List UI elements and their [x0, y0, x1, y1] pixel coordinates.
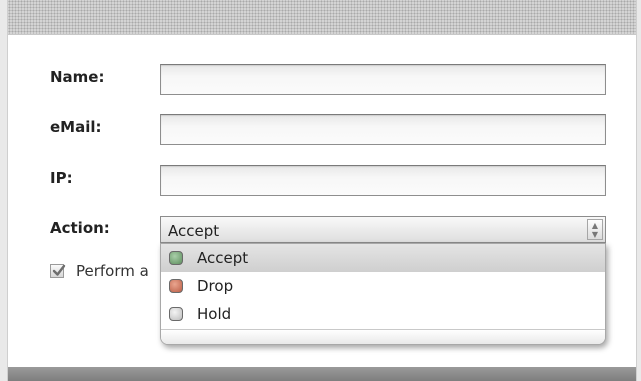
- action-select[interactable]: Accept ▲ ▼: [160, 216, 606, 243]
- ip-label: IP:: [50, 169, 73, 187]
- email-label: eMail:: [50, 118, 102, 136]
- name-field[interactable]: [160, 64, 606, 95]
- select-spinner-icon[interactable]: ▲ ▼: [587, 219, 603, 240]
- hold-status-icon: [169, 307, 183, 321]
- perform-checkbox-label: Perform a: [76, 262, 149, 280]
- dropdown-option-accept[interactable]: Accept: [161, 244, 605, 272]
- action-label: Action:: [50, 219, 110, 237]
- checkmark-icon: [52, 264, 66, 276]
- dropdown-option-label: Drop: [197, 277, 234, 295]
- dropdown-option-drop[interactable]: Drop: [161, 272, 605, 300]
- action-dropdown-list: Accept Drop Hold: [160, 243, 606, 345]
- dropdown-footer: [161, 329, 605, 344]
- accept-status-icon: [169, 251, 183, 265]
- dropdown-option-label: Accept: [197, 249, 249, 267]
- dialog-window: Name: eMail: IP: Action: Accept ▲ ▼ Perfo…: [7, 0, 637, 381]
- title-bar[interactable]: [8, 0, 636, 35]
- perform-checkbox[interactable]: [50, 264, 66, 278]
- action-select-value: Accept: [168, 222, 220, 240]
- ip-field[interactable]: [160, 165, 606, 196]
- dropdown-option-hold[interactable]: Hold: [161, 300, 605, 328]
- email-field[interactable]: [160, 114, 606, 145]
- name-label: Name:: [50, 68, 105, 86]
- dropdown-option-label: Hold: [197, 305, 232, 323]
- drop-status-icon: [169, 279, 183, 293]
- bottom-bar: [8, 367, 636, 381]
- form-panel: Name: eMail: IP: Action: Accept ▲ ▼ Perfo…: [8, 35, 636, 367]
